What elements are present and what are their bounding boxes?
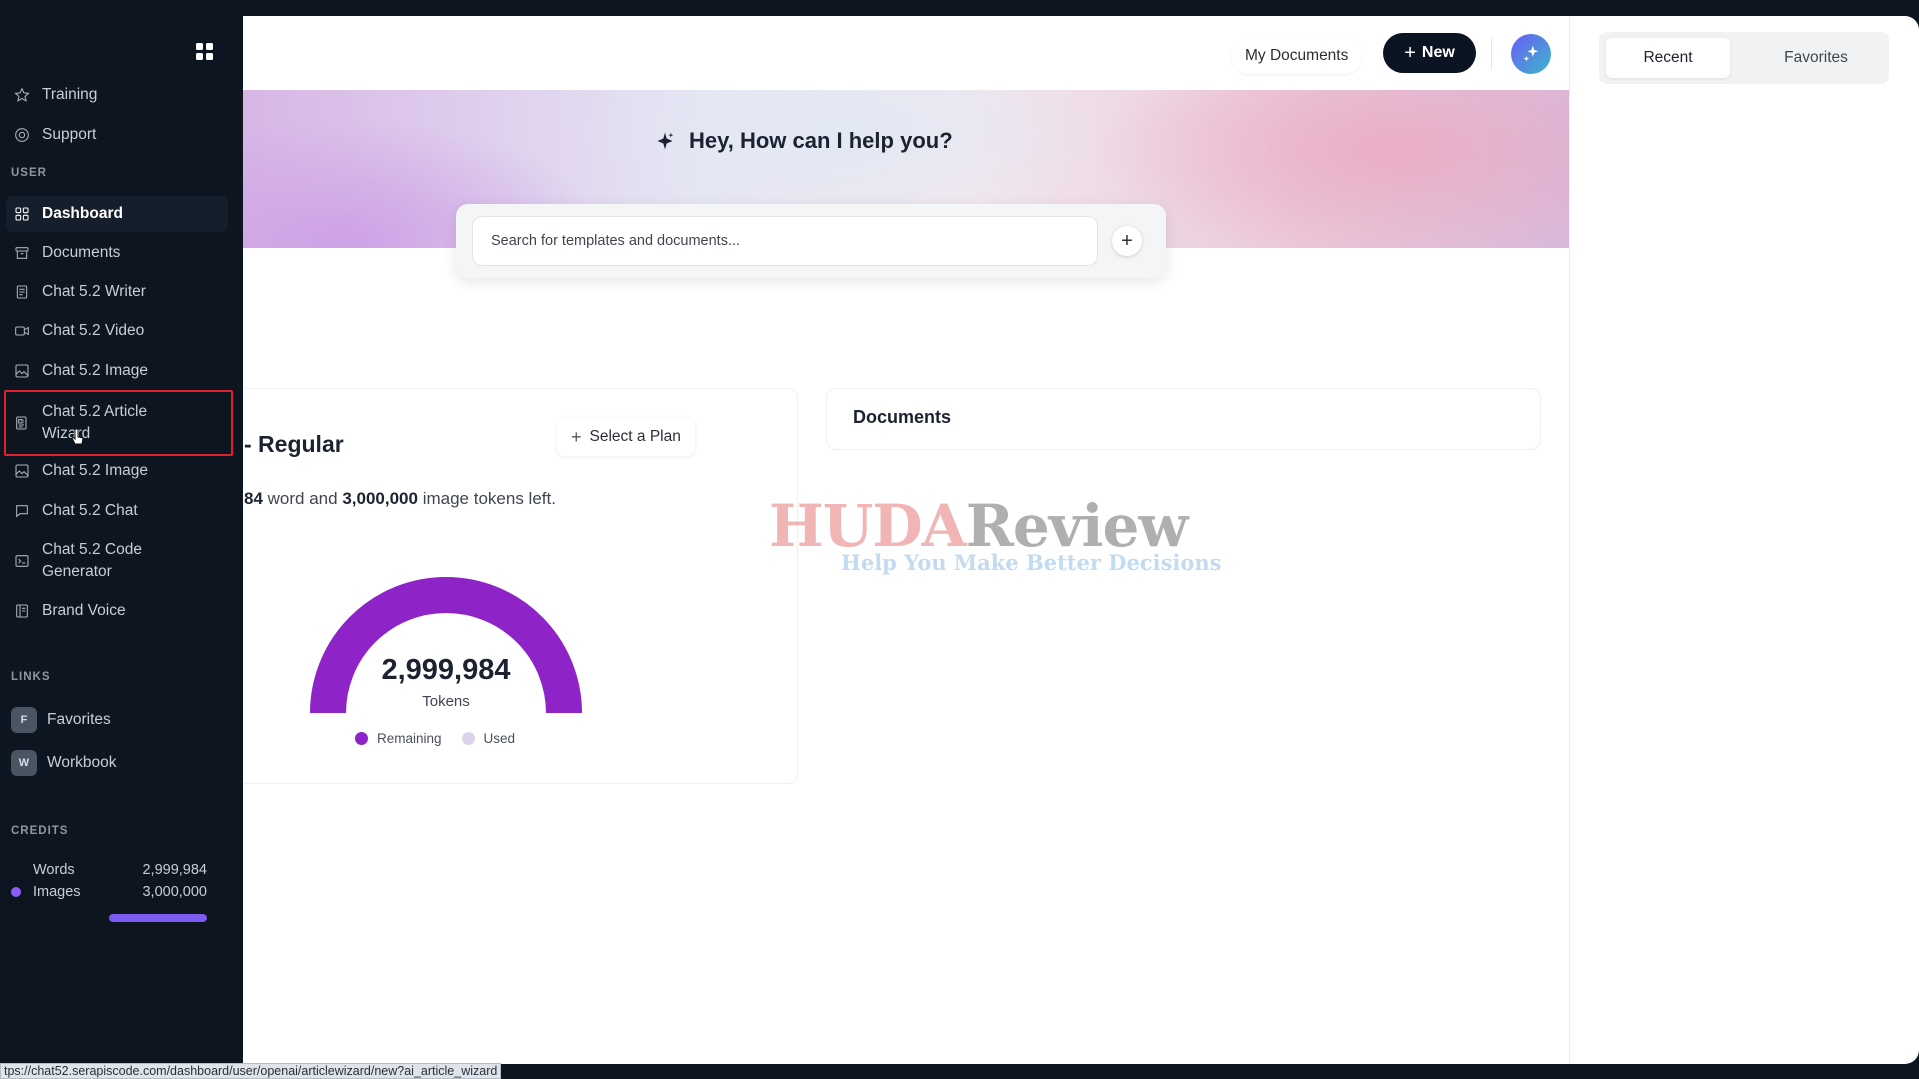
documents-title: Documents <box>853 407 952 427</box>
main-panel: My Documents + New Hey, How can I help y… <box>243 16 1919 1064</box>
hero-title-text: Hey, How can I help you? <box>689 128 953 153</box>
star-icon <box>14 87 30 103</box>
lifebuoy-icon <box>14 127 30 143</box>
apps-grid-icon[interactable] <box>196 43 213 60</box>
documents-card: Documents <box>826 388 1541 450</box>
section-label-user: USER <box>11 167 47 179</box>
credit-value: 3,000,000 <box>142 884 207 900</box>
image-text: image tokens left. <box>422 489 556 508</box>
sidebar-item-label: Dashboard <box>42 205 123 222</box>
link-label: Favorites <box>47 711 111 728</box>
credit-row-images: Images 3,000,000 <box>11 884 207 900</box>
word-tokens-value: 84 <box>244 489 263 508</box>
gauge-unit-label: Tokens <box>422 693 470 710</box>
favorites-badge: F <box>11 707 37 733</box>
right-panel-divider <box>1569 16 1570 1064</box>
tokens-left-text: 84 word and 3,000,000 image tokens left. <box>244 489 556 509</box>
section-label-credits: CREDITS <box>11 825 69 837</box>
watermark-logo: HUDAReview Help You Make Better Decision… <box>769 496 1289 575</box>
sparkle-icon <box>657 132 674 150</box>
sidebar-item-label: Chat 5.2 Image <box>42 462 148 479</box>
legend-used-dot <box>461 732 475 745</box>
video-icon <box>14 323 30 339</box>
credit-label: Words <box>33 862 75 878</box>
status-bar-url: tps://chat52.serapiscode.com/dashboard/u… <box>0 1063 502 1079</box>
plus-icon: + <box>1404 42 1416 64</box>
divider <box>1491 38 1492 70</box>
plus-icon: + <box>571 426 582 447</box>
sidebar-item-chat-image-2[interactable]: Chat 5.2 Image <box>0 460 243 482</box>
sidebar-item-label: Chat 5.2 Chat <box>42 502 138 519</box>
legend-label: Remaining <box>377 731 442 746</box>
hero-title: Hey, How can I help you? <box>655 128 953 154</box>
sidebar-item-chat-chat[interactable]: Chat 5.2 Chat <box>0 500 243 522</box>
dashboard-icon <box>14 206 30 222</box>
sidebar-item-chat-image[interactable]: Chat 5.2 Image <box>0 360 243 382</box>
legend-remaining: Remaining <box>355 731 442 746</box>
gauge-legend: Remaining Used <box>355 731 535 746</box>
sidebar-item-label: Training <box>42 86 98 103</box>
word-text: word and <box>267 489 338 508</box>
sidebar-item-chat-video[interactable]: Chat 5.2 Video <box>0 320 243 342</box>
topbar: My Documents + New <box>243 16 1569 90</box>
sidebar-item-label: Chat 5.2 Writer <box>42 283 146 300</box>
sidebar-item-label: Chat 5.2 Video <box>42 322 145 339</box>
image-tokens-value: 3,000,000 <box>342 489 418 508</box>
plan-title: - Regular <box>244 431 344 457</box>
link-workbook[interactable]: W Workbook <box>11 750 117 776</box>
image-icon <box>14 463 30 479</box>
ai-assistant-avatar[interactable] <box>1511 34 1551 74</box>
new-button-label: New <box>1421 44 1455 61</box>
images-dot-icon <box>11 887 21 897</box>
legend-label: Used <box>483 731 516 746</box>
sidebar-item-code-generator[interactable]: Chat 5.2 Code Generator <box>0 539 243 583</box>
sidebar-item-label: Brand Voice <box>42 602 126 619</box>
sparkle-icon <box>1523 45 1539 62</box>
credit-label: Images <box>33 884 81 900</box>
sidebar-item-support[interactable]: Support <box>0 124 243 146</box>
right-panel-tabs: Recent Favorites <box>1599 32 1889 84</box>
sidebar-item-label: Chat 5.2 Image <box>42 362 148 379</box>
legend-remaining-dot <box>355 732 368 745</box>
sidebar-item-label: Support <box>42 126 97 143</box>
terminal-icon <box>14 553 30 569</box>
credits-progress-bar <box>109 914 207 922</box>
link-favorites[interactable]: F Favorites <box>11 707 111 733</box>
my-documents-button[interactable]: My Documents <box>1231 38 1362 74</box>
plan-card: - Regular + Select a Plan 84 word and 3,… <box>243 388 798 784</box>
select-plan-label: Select a Plan <box>589 428 681 445</box>
tab-recent[interactable]: Recent <box>1606 38 1730 78</box>
chat-icon <box>14 503 30 519</box>
sidebar-item-label: Chat 5.2 Code Generator <box>42 541 142 580</box>
sidebar-item-chat-writer[interactable]: Chat 5.2 Writer <box>0 281 243 303</box>
sidebar: Training Support USER Dashboard Document… <box>0 0 243 1079</box>
select-plan-button[interactable]: + Select a Plan <box>557 418 695 456</box>
search-container: + <box>456 204 1166 278</box>
tab-favorites[interactable]: Favorites <box>1749 38 1883 78</box>
book-icon <box>14 603 30 619</box>
credit-row-words: Words 2,999,984 <box>11 862 207 878</box>
sidebar-item-training[interactable]: Training <box>0 84 243 106</box>
highlight-box <box>4 390 233 456</box>
link-label: Workbook <box>47 754 117 771</box>
archive-icon <box>14 245 30 261</box>
document-icon <box>14 284 30 300</box>
add-button[interactable]: + <box>1112 226 1142 256</box>
sidebar-item-brand-voice[interactable]: Brand Voice <box>0 600 243 622</box>
workbook-badge: W <box>11 750 37 776</box>
sidebar-item-label: Documents <box>42 244 121 261</box>
new-button[interactable]: + New <box>1383 33 1476 73</box>
credit-value: 2,999,984 <box>142 862 207 878</box>
search-input[interactable] <box>472 216 1098 266</box>
image-icon <box>14 363 30 379</box>
mouse-pointer-icon <box>71 428 84 445</box>
section-label-links: LINKS <box>11 671 51 683</box>
watermark-tagline: Help You Make Better Decisions <box>841 550 1222 575</box>
legend-used: Used <box>461 731 516 746</box>
gauge-value: 2,999,984 <box>381 654 511 686</box>
sidebar-item-documents[interactable]: Documents <box>0 242 243 264</box>
sidebar-item-dashboard[interactable]: Dashboard <box>6 196 228 232</box>
